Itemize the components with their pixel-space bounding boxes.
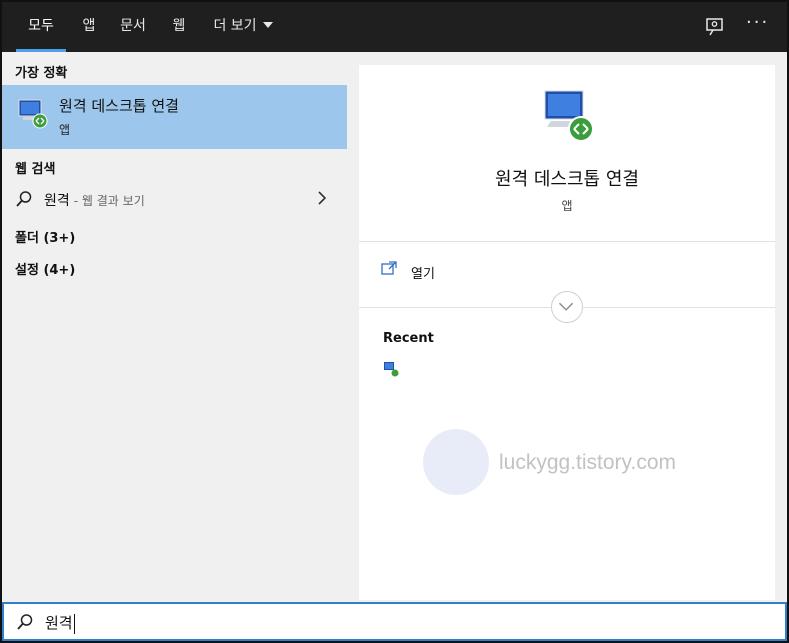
divider [359, 241, 775, 242]
chevron-down-icon [262, 22, 273, 28]
tab-label: 웹 [172, 18, 186, 34]
web-search-heading: 웹 검색 [15, 162, 56, 177]
tab-all[interactable]: 모두 [16, 2, 66, 52]
feedback-icon[interactable] [704, 16, 726, 38]
best-match-result[interactable]: 원격 데스크톱 연결 앱 [2, 85, 347, 149]
folders-heading[interactable]: 폴더 (3+) [15, 227, 75, 246]
open-label: 열기 [411, 267, 435, 282]
remote-desktop-icon [18, 99, 48, 129]
tab-apps[interactable]: 앱 [78, 2, 100, 52]
results-list: 가장 정확 원격 데스크톱 연결 앱 웹 검색 원격 - 웹 결과 보기 폴더 (… [2, 52, 347, 600]
recent-heading: Recent [383, 331, 434, 346]
search-input[interactable]: 원격 [45, 612, 75, 634]
search-value: 원격 [45, 614, 73, 632]
app-name: 원격 데스크톱 연결 [495, 169, 639, 190]
tab-documents[interactable]: 문서 [116, 2, 150, 52]
app-type: 앱 [561, 199, 573, 213]
tab-label: 문서 [120, 18, 146, 34]
more-options-icon[interactable]: ··· [746, 12, 769, 33]
best-match-heading: 가장 정확 [15, 66, 68, 81]
tab-label: 모두 [28, 18, 54, 34]
settings-heading[interactable]: 설정 (4+) [15, 259, 75, 278]
watermark-text: luckygg.tistory.com [499, 451, 676, 474]
top-tab-bar: 모두 앱 문서 웹 더 보기 ··· [2, 2, 787, 52]
search-box[interactable]: 원격 [2, 602, 787, 641]
tab-label: 더 보기 [213, 18, 257, 34]
tab-label: 앱 [82, 18, 96, 34]
web-hint: - 웹 결과 보기 [73, 194, 145, 208]
web-search-result[interactable]: 원격 - 웹 결과 보기 [2, 184, 347, 214]
chevron-right-icon [318, 191, 327, 205]
tab-web[interactable]: 웹 [168, 2, 190, 52]
web-query: 원격 [44, 193, 70, 209]
best-match-title: 원격 데스크톱 연결 [59, 97, 179, 115]
tab-more[interactable]: 더 보기 [210, 2, 276, 52]
preview-pane: 원격 데스크톱 연결 앱 열기 Recent luckygg.tistory.c… [359, 65, 775, 600]
web-query-text: 원격 - 웹 결과 보기 [44, 190, 145, 210]
text-cursor [73, 613, 75, 634]
best-match-subtitle: 앱 [59, 123, 71, 137]
remote-desktop-icon [544, 90, 594, 142]
recent-remote-desktop-icon[interactable] [383, 361, 399, 377]
search-icon [17, 614, 33, 630]
expand-button[interactable] [551, 291, 583, 323]
open-icon [381, 261, 397, 275]
watermark-avatar [423, 429, 489, 495]
chevron-down-icon [559, 302, 574, 311]
search-icon [16, 191, 32, 207]
